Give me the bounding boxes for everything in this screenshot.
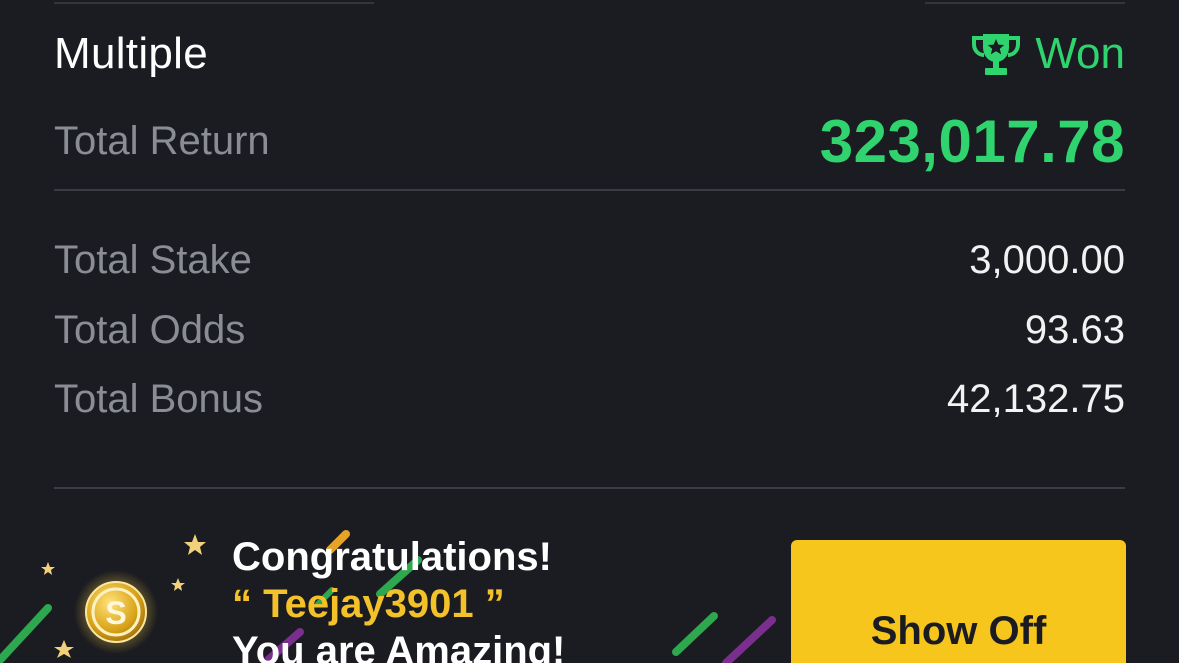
congratulations-message: Congratulations! “ Teejay3901 ” You are …: [232, 534, 565, 663]
amazing-message: You are Amazing!: [232, 629, 566, 663]
star-icon: [41, 562, 55, 575]
total-bonus-value: 42,132.75: [947, 376, 1125, 421]
divider: [54, 487, 1125, 489]
star-icon: [171, 578, 185, 591]
total-stake-row: Total Stake 3,000.00: [54, 236, 1125, 284]
previous-row-edge-right: [925, 0, 1125, 4]
star-icon: [54, 640, 74, 658]
total-stake-label: Total Stake: [54, 237, 252, 282]
total-return-value: 323,017.78: [819, 107, 1125, 175]
total-return-label: Total Return: [54, 118, 270, 163]
bet-status-label: Won: [1035, 29, 1125, 78]
total-bonus-label: Total Bonus: [54, 376, 264, 421]
username-quote: “ Teejay3901 ”: [232, 582, 505, 626]
star-icon: [184, 534, 206, 555]
total-return-row: Total Return 323,017.78: [54, 107, 1125, 175]
show-off-button[interactable]: Show Off: [791, 540, 1126, 663]
total-odds-value: 93.63: [1024, 307, 1125, 352]
previous-row-edge: [54, 0, 374, 4]
congratulations-banner: S Congratulations! “ Teejay3901 ” You ar…: [0, 520, 1179, 663]
total-stake-value: 3,000.00: [969, 237, 1125, 282]
total-bonus-row: Total Bonus 42,132.75: [54, 375, 1125, 423]
total-odds-label: Total Odds: [54, 307, 246, 352]
congratulations-heading: Congratulations!: [232, 535, 552, 579]
trophy-icon: [972, 34, 1021, 75]
total-odds-row: Total Odds 93.63: [54, 306, 1125, 354]
bet-status: Won: [971, 29, 1125, 79]
bet-header-row: Multiple Won: [54, 26, 1125, 82]
divider: [54, 189, 1125, 191]
coin-icon: S: [74, 570, 158, 654]
svg-text:S: S: [105, 595, 126, 631]
bet-type-label: Multiple: [54, 29, 209, 78]
bet-details-screen: Multiple Won Total Return 323,017.78 Tot…: [0, 0, 1179, 663]
